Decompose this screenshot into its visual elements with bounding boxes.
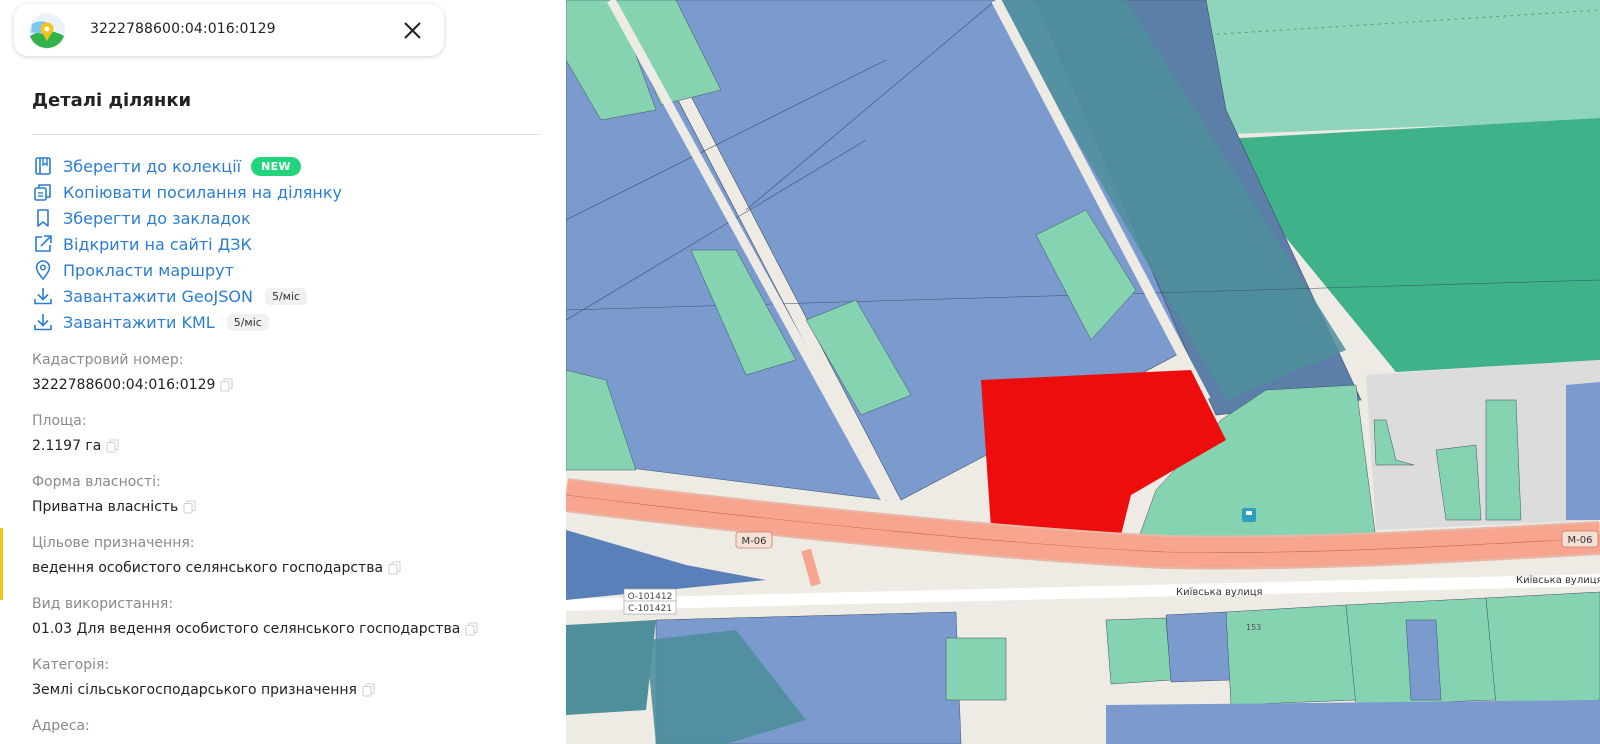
road-shield-label: М-06 <box>1568 535 1593 546</box>
fuel-station-icon[interactable] <box>1242 508 1256 522</box>
field-value-text: Землі сільськогосподарського призначення <box>32 682 357 698</box>
action-label: Відкрити на сайті ДЗК <box>63 234 252 254</box>
ownership-value: Приватна власність <box>32 499 196 515</box>
purpose-value: ведення особистого селянського господарс… <box>32 560 401 576</box>
usage-type-label: Вид використання: <box>32 596 174 612</box>
limit-badge: 5/міс <box>264 287 308 305</box>
panel-title: Деталі ділянки <box>32 90 192 111</box>
search-bar[interactable]: 3222788600:04:016:0129 <box>14 4 444 56</box>
open-dzk-button[interactable]: Відкрити на сайті ДЗК <box>32 232 252 256</box>
location-pin-icon <box>35 260 51 281</box>
road-code-text: С-101421 <box>628 604 672 614</box>
save-to-collection-button[interactable]: Зберегти до колекції NEW <box>32 154 301 178</box>
bookmark-button[interactable]: Зберегти до закладок <box>32 206 251 230</box>
parcel-green <box>1225 604 1357 706</box>
parcel-green <box>945 637 1007 701</box>
action-label: Копіювати посилання на ділянку <box>63 182 342 202</box>
route-button[interactable]: Прокласти маршрут <box>32 258 234 282</box>
parcel-blue <box>1165 611 1232 683</box>
copy-icon[interactable] <box>362 683 375 697</box>
area-label: Площа: <box>32 413 87 429</box>
copy-icon[interactable] <box>106 439 119 453</box>
limit-badge: 5/міс <box>226 313 269 331</box>
bookmark-icon <box>37 209 49 227</box>
address-label: Адреса: <box>32 718 90 734</box>
road-shield-right: М-06 <box>1561 530 1599 548</box>
download-icon <box>34 288 52 305</box>
map-canvas[interactable]: М-06 М-06 Київська вулиця Київська вулиц… <box>566 0 1600 744</box>
purpose-label: Цільове призначення: <box>32 535 195 551</box>
action-label: Прокласти маршрут <box>63 260 234 280</box>
street-label: Київська вулиця <box>1176 587 1263 598</box>
copy-link-button[interactable]: Копіювати посилання на ділянку <box>32 180 342 204</box>
parcel-teal <box>566 620 656 715</box>
copy-icon[interactable] <box>183 500 196 514</box>
road-code-text: О-101412 <box>628 592 673 602</box>
external-link-icon <box>35 235 52 252</box>
area-value: 2.1197 га <box>32 438 119 454</box>
field-value-text: ведення особистого селянського господарс… <box>32 560 384 576</box>
copy-icon[interactable] <box>220 378 233 392</box>
details-panel: 3222788600:04:016:0129 Деталі ділянки Зб… <box>0 0 566 744</box>
street-label: Київська вулиця <box>1516 575 1600 586</box>
map-view[interactable]: М-06 М-06 Київська вулиця Київська вулиц… <box>566 0 1600 744</box>
road-shield-label: М-06 <box>742 536 767 547</box>
road-code-label: С-101421 <box>623 600 677 615</box>
parcel-green <box>1485 591 1600 706</box>
category-label: Категорія: <box>32 657 110 673</box>
download-icon <box>34 314 52 331</box>
field-value-text: Приватна власність <box>32 499 179 515</box>
action-label: Завантажити GeoJSON <box>63 286 253 306</box>
download-kml-button[interactable]: Завантажити KML 5/міс <box>32 310 269 334</box>
new-badge: NEW <box>251 156 301 176</box>
parcel-green <box>1105 617 1172 685</box>
parcel-blue <box>1106 700 1600 744</box>
road-shield-left: М-06 <box>735 531 773 549</box>
copy-icon[interactable] <box>388 561 401 575</box>
ownership-label: Форма власності: <box>32 474 161 490</box>
action-label: Зберегти до закладок <box>63 208 251 228</box>
parcel-blue <box>1566 382 1600 520</box>
download-geojson-button[interactable]: Завантажити GeoJSON 5/міс <box>32 284 308 308</box>
field-value-text: 01.03 Для ведення особистого селянського… <box>32 621 461 637</box>
divider <box>32 134 540 135</box>
copy-icon[interactable] <box>465 622 478 636</box>
cadastral-number-value: 3222788600:04:016:0129 <box>32 377 233 393</box>
road-code-label: О-101412 <box>623 588 677 603</box>
cadastral-number-label: Кадастровий номер: <box>32 352 184 368</box>
action-label: Завантажити KML <box>63 312 215 332</box>
app-logo-icon[interactable] <box>28 12 66 50</box>
parcel-blue <box>1405 619 1442 701</box>
field-value-text: 2.1197 га <box>32 438 102 454</box>
parcel-gray <box>1366 360 1600 530</box>
category-value: Землі сільськогосподарського призначення <box>32 682 375 698</box>
parcel-green <box>1485 399 1522 521</box>
house-number-label: 153 <box>1246 623 1261 632</box>
usage-type-value: 01.03 Для ведення особистого селянського… <box>32 621 478 637</box>
action-label: Зберегти до колекції <box>63 156 242 176</box>
book-icon <box>35 157 51 175</box>
panel-accent-bar <box>0 528 3 600</box>
field-value-text: 3222788600:04:016:0129 <box>32 377 216 393</box>
close-icon[interactable] <box>397 16 427 46</box>
copy-link-icon <box>34 184 51 201</box>
search-query-text[interactable]: 3222788600:04:016:0129 <box>90 21 276 37</box>
